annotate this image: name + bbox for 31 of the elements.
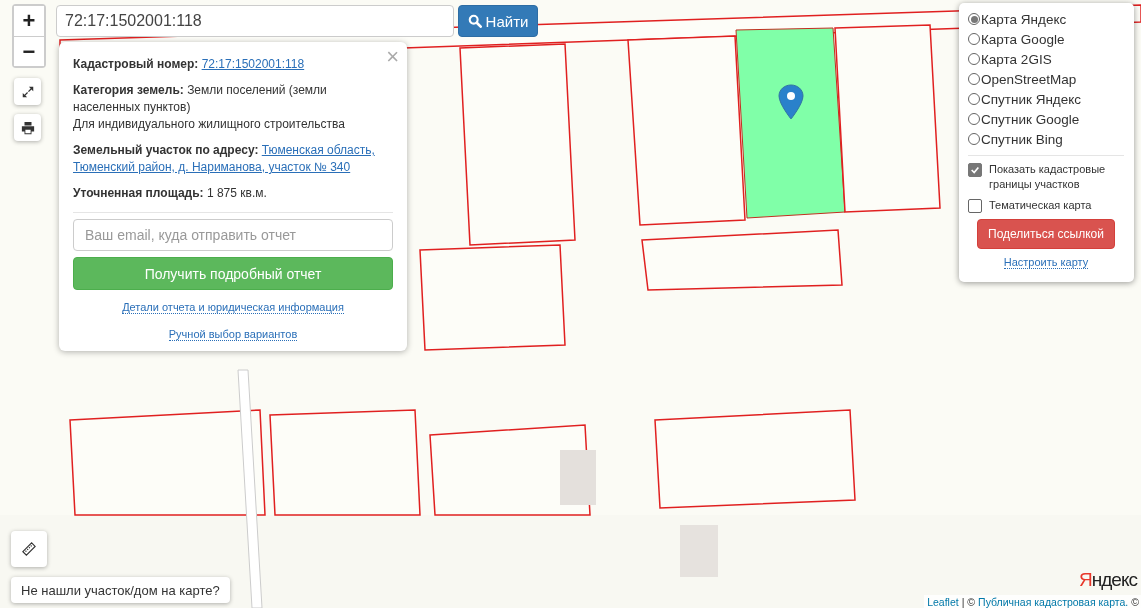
map-type-option[interactable]: Спутник Google [968,109,1080,129]
popup-link[interactable]: Ручной выбор вариантов [168,328,298,341]
map-type-option[interactable]: Карта Google [968,29,1065,49]
not-found-button[interactable]: Не нашли участок/дом на карте? [11,577,230,603]
map-type-option[interactable]: Карта Яндекс [968,9,1067,29]
popup-link[interactable]: Детали отчета и юридическая информация [122,301,344,314]
map-type-option[interactable]: Карта 2GIS [968,49,1052,69]
field-text: Земельный участок по адресу: Тюменская область, Тюменский район, д. Нариманова, участок № 340 [73,142,376,176]
map-type-option[interactable]: Спутник Яндекс [968,89,1082,109]
settings-link[interactable]: Настроить карту [1003,256,1089,269]
zoom-out-button[interactable]: − [14,36,44,66]
field-link[interactable]: Тюменская область, [261,143,375,157]
attribution-link[interactable]: Публичная кадастровая карта. [978,595,1129,608]
field-text: Категория земель: Земли поселений (земли населенных пунктов) [73,82,328,116]
map-type-option[interactable]: OpenStreetMap [968,69,1077,89]
field-link[interactable]: 72:17:1502001:118 [201,57,305,71]
field-text: Кадастровый номер: 72:17:1502001:118 [73,56,306,73]
attribution-text: © [1131,595,1139,608]
map-type-option[interactable]: Спутник Bing [968,129,1063,149]
field-text: Уточненная площадь: 1 875 кв.м. [73,185,268,202]
checkbox-label: Тематическая карта [989,198,1092,213]
email-field[interactable]: Ваш email, куда отправить отчет [73,219,393,251]
attribution-text: | © [961,595,976,608]
checkbox-label: Показать кадастровые границы участков [989,162,1107,192]
field-note: Для индивидуального жилищного строительства [73,116,346,133]
field-link[interactable]: Тюменский район, д. Нариманова, участок № 340 [73,160,351,174]
attribution-link[interactable]: Leaflet [927,595,959,608]
search-field[interactable]: 72:17:1502001:118 [56,5,454,37]
search-button[interactable]: Найти [458,5,538,37]
share-button[interactable]: Поделиться ссылкой [977,219,1115,249]
map-logo: Яндекс [1079,569,1137,591]
